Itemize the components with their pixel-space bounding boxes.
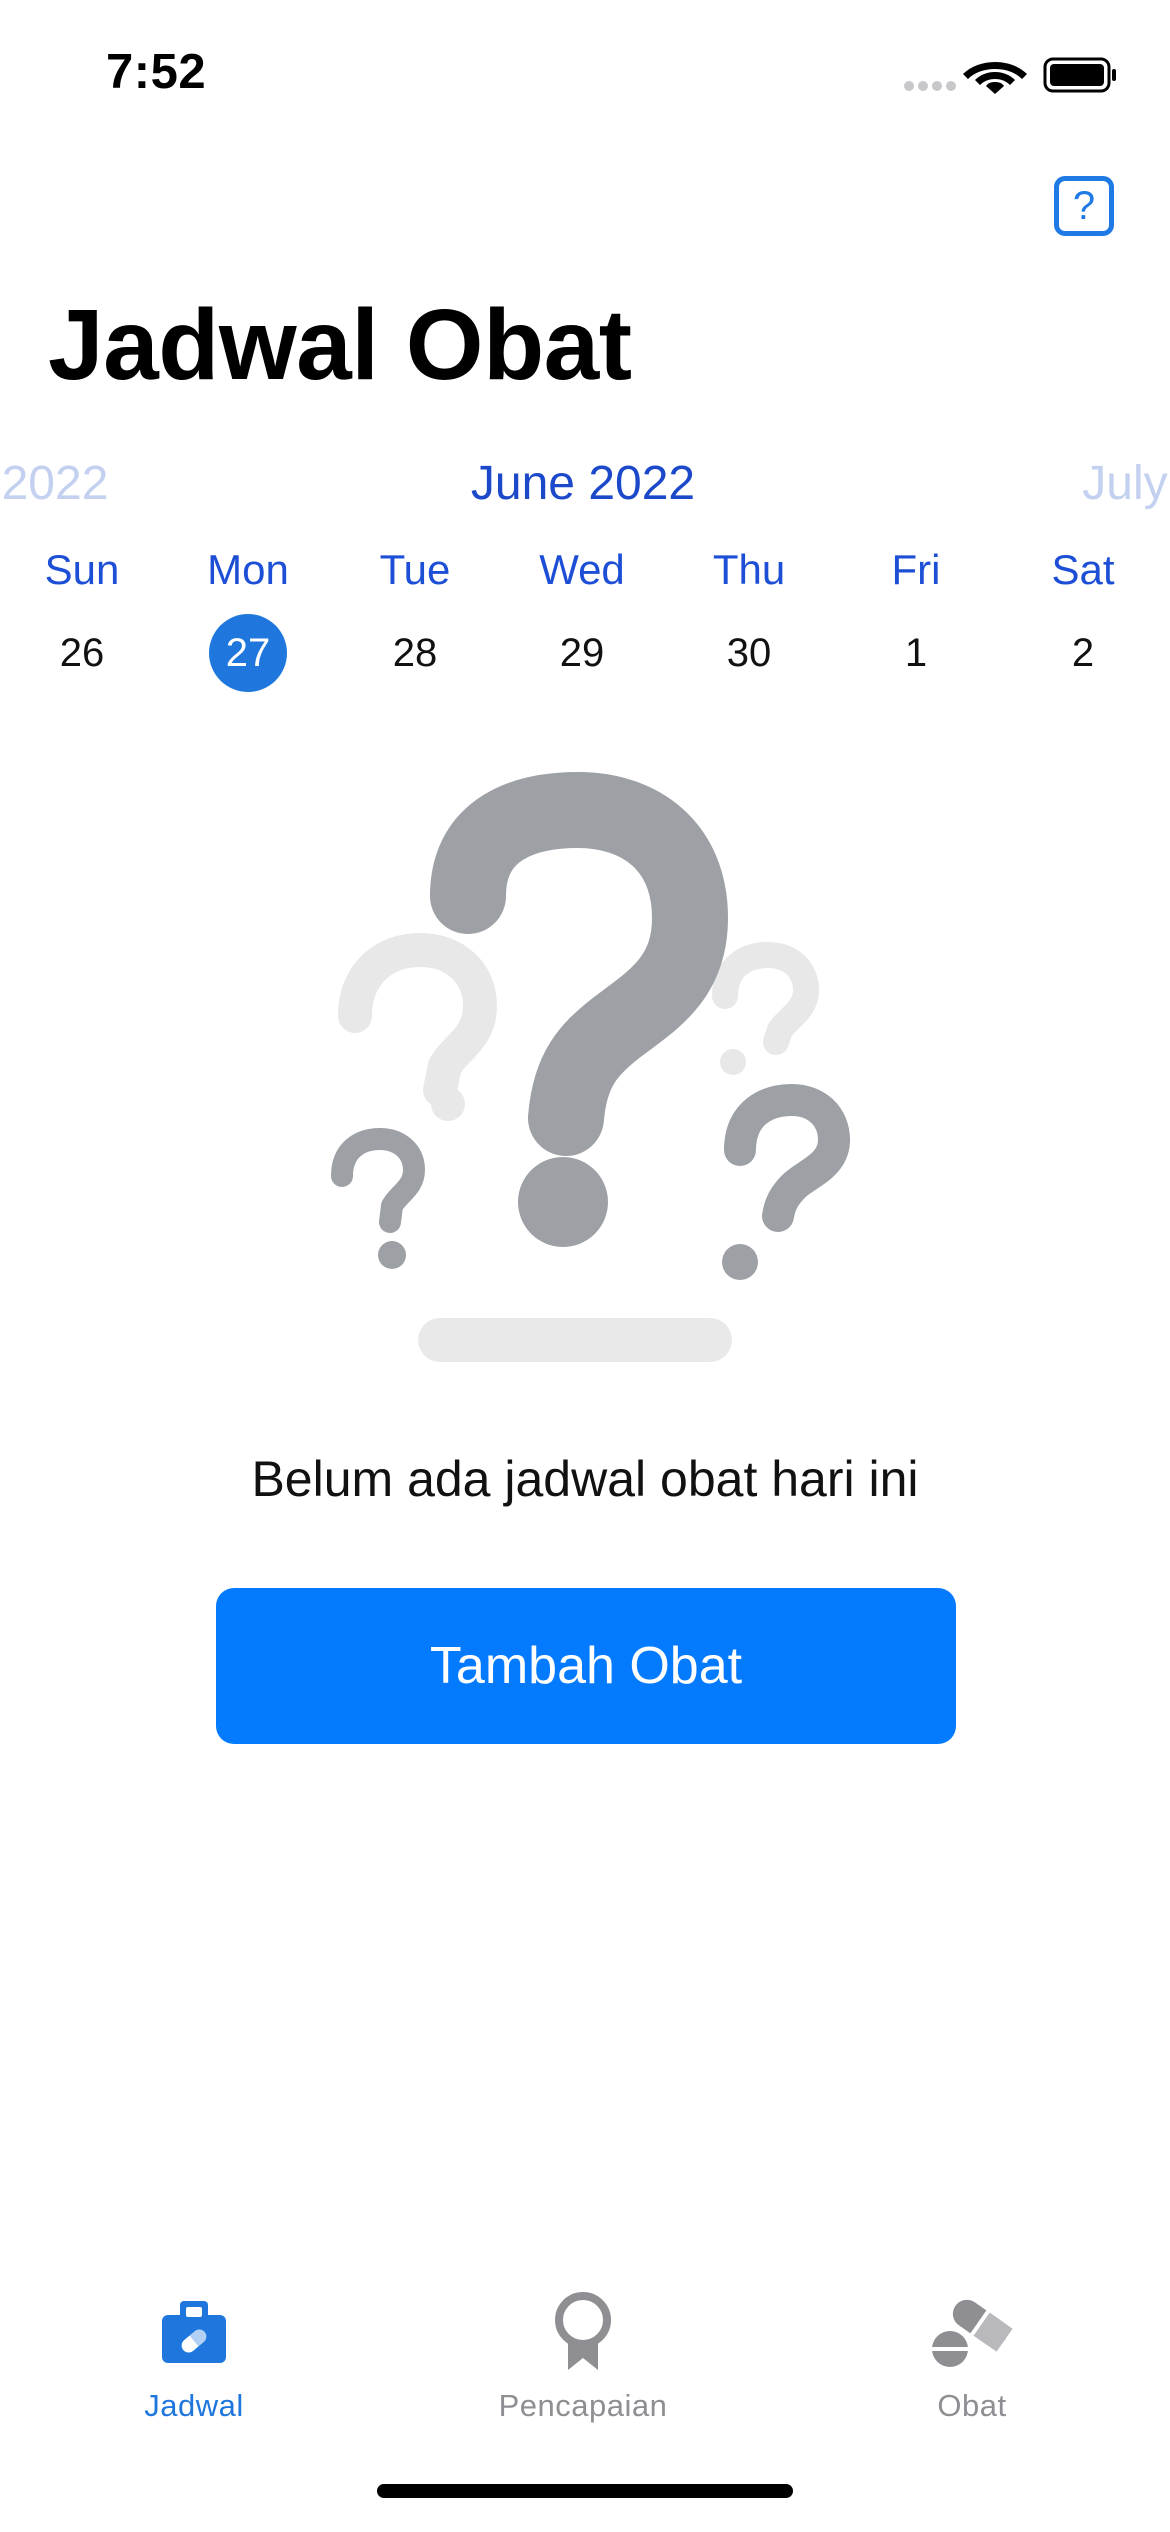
question-marks-illustration xyxy=(331,771,851,1362)
tab-label: Jadwal xyxy=(144,2388,244,2423)
tab-jadwal[interactable]: Jadwal xyxy=(44,2290,344,2424)
prev-month-label[interactable]: 2022 xyxy=(2,456,109,511)
day-cell[interactable]: 26 xyxy=(43,614,121,692)
wifi-icon xyxy=(963,62,1027,94)
schedule-icon xyxy=(144,2290,244,2374)
gray-question-mark-small-right-icon xyxy=(722,1083,851,1280)
weekday-thu: Thu xyxy=(712,546,786,593)
tab-label: Obat xyxy=(937,2388,1007,2423)
light-question-mark-left-icon xyxy=(338,932,498,1121)
weekday-sun: Sun xyxy=(44,546,120,593)
status-icons xyxy=(903,54,1118,94)
add-medicine-button[interactable]: Tambah Obat xyxy=(216,1588,956,1744)
day-cell[interactable]: 1 xyxy=(877,614,955,692)
tab-label: Pencapaian xyxy=(498,2388,668,2423)
day-cell[interactable]: 30 xyxy=(710,614,788,692)
illustration-shadow xyxy=(418,1318,732,1362)
page-title: Jadwal Obat xyxy=(48,289,632,401)
gray-question-mark-large-icon xyxy=(430,771,729,1247)
tab-obat[interactable]: Obat xyxy=(822,2290,1122,2424)
gray-question-mark-small-left-icon xyxy=(331,1127,426,1269)
next-month-label[interactable]: July 2 xyxy=(1082,456,1170,511)
badge-icon xyxy=(533,2290,633,2374)
day-cell[interactable]: 28 xyxy=(376,614,454,692)
tab-pencapaian[interactable]: Pencapaian xyxy=(433,2290,733,2424)
status-time: 7:52 xyxy=(106,45,207,99)
help-icon: ? xyxy=(1072,183,1096,228)
weekday-sat: Sat xyxy=(1051,546,1115,593)
light-question-mark-right-icon xyxy=(712,941,820,1075)
weekday-mon: Mon xyxy=(207,546,289,593)
pills-icon xyxy=(922,2290,1022,2374)
app-screen: 7:52 ? Jadwal Obat 2022 June 2022 July 2 xyxy=(0,0,1170,2532)
weekday-tue: Tue xyxy=(379,546,451,593)
day-cell[interactable]: 29 xyxy=(543,614,621,692)
battery-icon xyxy=(1043,57,1116,93)
home-indicator xyxy=(377,2484,793,2498)
weekday-fri: Fri xyxy=(891,546,941,593)
day-cell[interactable]: 2 xyxy=(1044,614,1122,692)
weekday-wed: Wed xyxy=(539,546,625,593)
current-month-label: June 2022 xyxy=(470,457,696,510)
add-medicine-button-label: Tambah Obat xyxy=(429,1637,743,1695)
day-cell-selected[interactable]: 27 xyxy=(209,614,287,692)
cellular-signal-icon xyxy=(904,81,956,91)
help-button[interactable]: ? xyxy=(1054,176,1114,236)
empty-state-message: Belum ada jadwal obat hari ini xyxy=(251,1451,919,1507)
